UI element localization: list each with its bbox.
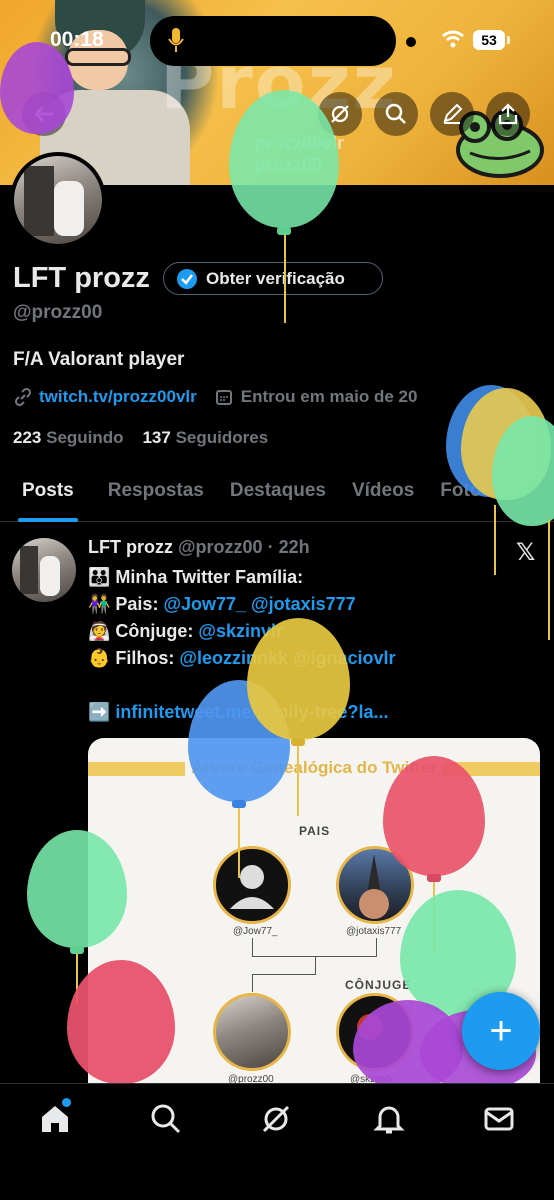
search-icon[interactable] bbox=[149, 1102, 183, 1136]
join-date: Entrou em maio de 20 bbox=[240, 387, 418, 406]
compose-post-button[interactable]: + bbox=[462, 992, 540, 1070]
self-avatar bbox=[213, 993, 291, 1071]
profile-link[interactable]: twitch.tv/prozz00vlr bbox=[39, 387, 197, 407]
search-icon bbox=[385, 103, 406, 124]
post-mentions[interactable]: @Jow77_ @jotaxis777 bbox=[163, 594, 355, 614]
post-text-line: 👫 Pais: @Jow77_ @jotaxis777 bbox=[88, 594, 356, 614]
pencil-icon bbox=[443, 103, 463, 124]
parent-name: @Jow77_ bbox=[233, 926, 278, 937]
balloon-yellow bbox=[247, 618, 350, 740]
post-header: LFT prozz @prozz00 · 22h bbox=[88, 537, 310, 557]
get-verified-button[interactable]: Obter verificação bbox=[163, 262, 383, 295]
post-text-line: 👶 Filhos: @leozzinnkk @ignaciovlr bbox=[88, 648, 396, 669]
wifi-icon bbox=[442, 30, 464, 48]
bell-icon[interactable] bbox=[372, 1102, 406, 1136]
following-stat[interactable]: 223 Seguindo bbox=[13, 428, 124, 447]
home-icon[interactable] bbox=[38, 1102, 72, 1136]
spouse-label: CÔNJUGE bbox=[345, 978, 412, 992]
post-text-line: 👰 Cônjuge: @skzinvlr bbox=[88, 621, 283, 641]
verified-badge-icon bbox=[177, 268, 197, 289]
grok-icon bbox=[331, 105, 349, 123]
search-button[interactable] bbox=[374, 92, 418, 136]
balloon-red bbox=[67, 960, 175, 1084]
followers-stat[interactable]: 137 Seguidores bbox=[142, 428, 268, 447]
tab-videos[interactable]: Vídeos bbox=[352, 466, 414, 521]
profile-meta: twitch.tv/prozz00vlr Entrou em maio de 2… bbox=[13, 387, 417, 407]
balloon-green bbox=[27, 830, 127, 948]
share-button[interactable] bbox=[486, 92, 530, 136]
battery-indicator: 53 bbox=[473, 30, 505, 50]
parent-avatar bbox=[213, 846, 291, 924]
follow-counts: 223 Seguindo 137 Seguidores bbox=[13, 428, 268, 448]
tab-highlights[interactable]: Destaques bbox=[230, 466, 326, 521]
mail-icon[interactable] bbox=[482, 1102, 516, 1136]
calendar-icon bbox=[215, 390, 232, 405]
edit-button[interactable] bbox=[430, 92, 474, 136]
profile-avatar[interactable] bbox=[10, 152, 106, 248]
post-time: 22h bbox=[278, 537, 310, 557]
grok-icon[interactable] bbox=[259, 1102, 293, 1136]
balloon-purple bbox=[0, 42, 74, 134]
share-icon bbox=[498, 103, 518, 125]
microphone-icon bbox=[168, 28, 184, 52]
balloon-red bbox=[383, 756, 485, 876]
x-logo-icon: 𝕏 bbox=[516, 539, 536, 566]
tab-posts[interactable]: Posts bbox=[18, 466, 78, 522]
dynamic-island bbox=[150, 16, 396, 66]
camera-indicator bbox=[404, 35, 418, 49]
get-verified-label: Obter verificação bbox=[206, 268, 345, 288]
link-icon bbox=[14, 387, 32, 407]
bottom-navigation bbox=[0, 1083, 554, 1200]
card-title: Árvore Genealógica do Twitter bbox=[88, 758, 540, 778]
notification-dot bbox=[62, 1098, 71, 1107]
post-author-handle: @prozz00 bbox=[178, 537, 263, 557]
post-author-avatar[interactable] bbox=[12, 538, 76, 602]
profile-handle: @prozz00 bbox=[13, 302, 103, 323]
profile-bio: F/A Valorant player bbox=[13, 349, 185, 370]
parent-name: @jotaxis777 bbox=[346, 926, 402, 937]
parents-label: PAIS bbox=[299, 824, 331, 838]
post-author-name[interactable]: LFT prozz bbox=[88, 537, 173, 557]
post-text-line: 👪 Minha Twitter Família: bbox=[88, 567, 304, 587]
default-avatar-icon bbox=[230, 865, 274, 909]
status-time: 00:18 bbox=[50, 28, 104, 51]
profile-name: LFT prozz bbox=[13, 262, 150, 294]
tab-replies[interactable]: Respostas bbox=[108, 466, 204, 521]
